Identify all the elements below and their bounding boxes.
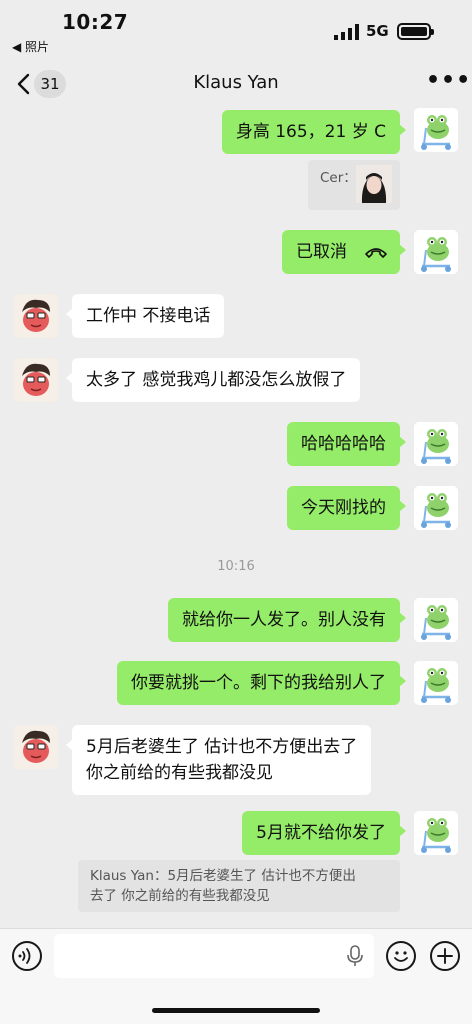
message-bubble[interactable]: 5月就不给你发了 (242, 811, 406, 855)
network-type: 5G (366, 22, 389, 40)
my-avatar[interactable] (414, 811, 458, 855)
message-bubble[interactable]: 太多了 感觉我鸡儿都没怎么放假了 (65, 358, 361, 402)
chat-title: Klaus Yan (193, 72, 279, 93)
quote-line: Klaus Yan：5月后老婆生了 估计也不方便出 (90, 868, 356, 884)
frog-scooter-icon (414, 230, 458, 274)
my-avatar[interactable] (414, 661, 458, 705)
my-avatar[interactable] (414, 486, 458, 530)
voice-wave-icon (18, 948, 31, 964)
message-bubble[interactable]: 5月后老婆生了 估计也不方便出去了 你之前给的有些我都没见 (65, 725, 372, 795)
cancelled-call-bubble[interactable]: 已取消 (282, 230, 406, 274)
cartoon-boy-icon (14, 358, 58, 402)
plus-icon (437, 948, 453, 964)
time-divider: 10:16 (217, 559, 255, 574)
my-avatar[interactable] (414, 598, 458, 642)
back-to-photos-link[interactable]: ◀ 照片 (12, 38, 49, 55)
my-avatar[interactable] (414, 108, 458, 152)
quote-sender-label: Cer： (320, 170, 357, 186)
more-actions-button[interactable] (430, 941, 460, 971)
frog-scooter-icon (414, 811, 458, 855)
cartoon-boy-icon (14, 294, 58, 338)
quoted-photo-thumbnail[interactable] (356, 165, 392, 203)
quoted-image-reply[interactable]: Cer： (308, 160, 400, 210)
emoji-button[interactable] (386, 941, 416, 971)
frog-scooter-icon (414, 422, 458, 466)
my-avatar[interactable] (414, 422, 458, 466)
smiley-icon (394, 951, 408, 962)
quote-line: 去了 你之前给的有些我都没见 (90, 888, 270, 904)
more-options-icon[interactable]: ••• (426, 70, 470, 96)
message-bubble[interactable]: 就给你一人发了。别人没有 (168, 598, 406, 642)
home-indicator (152, 1008, 320, 1013)
contact-avatar[interactable] (14, 358, 58, 402)
signal-icon (334, 24, 359, 40)
message-line: 你之前给的有些我都没见 (86, 763, 273, 783)
quoted-message[interactable]: Klaus Yan：5月后老婆生了 估计也不方便出 去了 你之前给的有些我都没见 (78, 860, 400, 912)
call-status-text: 已取消 (296, 242, 347, 262)
frog-scooter-icon (414, 661, 458, 705)
phone-hangup-icon (365, 248, 387, 258)
voice-input-button[interactable] (12, 941, 42, 971)
message-bubble[interactable]: 你要就挑一个。剩下的我给别人了 (117, 661, 406, 705)
message-bubble[interactable]: 工作中 不接电话 (65, 294, 225, 338)
contact-avatar[interactable] (14, 294, 58, 338)
message-line: 5月后老婆生了 估计也不方便出去了 (86, 737, 358, 757)
frog-scooter-icon (414, 108, 458, 152)
cartoon-boy-icon (14, 725, 58, 769)
status-time: 10:27 (62, 10, 129, 34)
frog-scooter-icon (414, 486, 458, 530)
message-bubble[interactable]: 哈哈哈哈哈 (287, 422, 406, 466)
my-avatar[interactable] (414, 230, 458, 274)
contact-avatar[interactable] (14, 725, 58, 769)
frog-scooter-icon (414, 598, 458, 642)
message-bubble[interactable]: 今天刚找的 (287, 486, 406, 530)
battery-icon (397, 23, 434, 40)
message-bubble[interactable]: 身高 165，21 岁 C (221, 110, 407, 154)
message-input[interactable] (54, 934, 374, 978)
microphone-icon[interactable] (346, 944, 364, 968)
